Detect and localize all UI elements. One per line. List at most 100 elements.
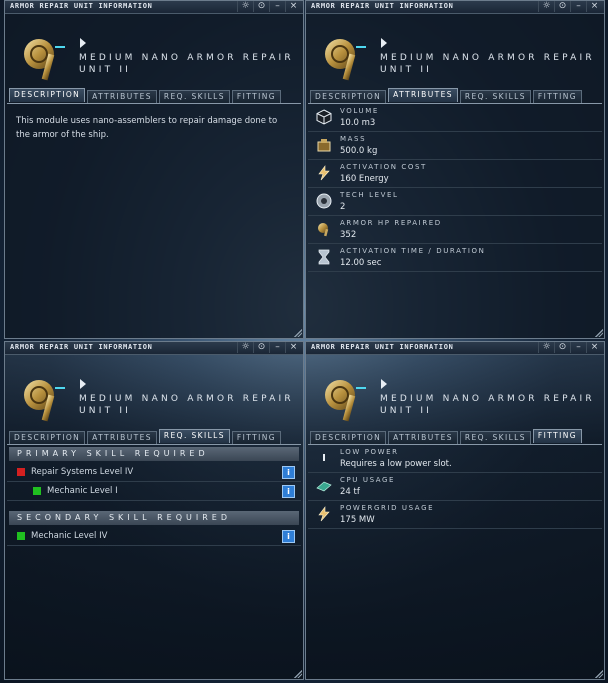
close-button[interactable]: × [586, 342, 602, 353]
info-window-fitting: ARMOR REPAIR UNIT INFORMATION ☼ ⊙ – × ME… [305, 341, 605, 680]
window-title: ARMOR REPAIR UNIT INFORMATION [10, 2, 153, 10]
attribute-label: MASS [340, 135, 367, 143]
skill-trained-indicator [17, 532, 25, 540]
fitting-value: 175 MW [340, 515, 375, 525]
item-name: MEDIUM NANO ARMOR REPAIR UNIT II [380, 394, 595, 416]
lightning-icon [318, 165, 330, 181]
tab-req-skills[interactable]: REQ. SKILLS [459, 90, 531, 103]
info-window-req-skills: ARMOR REPAIR UNIT INFORMATION ☼ ⊙ – × ME… [4, 341, 304, 680]
item-name: MEDIUM NANO ARMOR REPAIR UNIT II [380, 53, 595, 75]
window-titlebar[interactable]: ARMOR REPAIR UNIT INFORMATION ☼ ⊙ – × [306, 1, 604, 14]
expand-arrow-icon[interactable] [381, 38, 387, 48]
attributes-panel: VOLUME 10.0 m3 MASS 500.0 kg ACTIVATION … [308, 103, 602, 335]
attribute-label: ARMOR HP REPAIRED [340, 219, 442, 227]
attribute-value: 160 Energy [340, 174, 389, 184]
fitting-panel: LOW POWER Requires a low power slot. CPU… [308, 444, 602, 676]
minimize-button[interactable]: – [269, 1, 285, 12]
fitting-row-cpu: CPU USAGE 24 tf [308, 473, 602, 501]
pin-button[interactable]: ☼ [237, 342, 253, 353]
attribute-label: ACTIVATION TIME / DURATION [340, 247, 486, 255]
window-title: ARMOR REPAIR UNIT INFORMATION [10, 343, 153, 351]
tab-description[interactable]: DESCRIPTION [310, 90, 387, 103]
tab-fitting[interactable]: FITTING [231, 431, 281, 444]
tab-description[interactable]: DESCRIPTION [9, 431, 86, 444]
fitting-value: Requires a low power slot. [340, 459, 452, 469]
attribute-label: VOLUME [340, 107, 379, 115]
hourglass-icon [318, 249, 330, 265]
minimize-button[interactable]: – [570, 1, 586, 12]
tab-attributes[interactable]: ATTRIBUTES [388, 88, 458, 102]
minimize-button[interactable]: – [269, 342, 285, 353]
window-titlebar[interactable]: ARMOR REPAIR UNIT INFORMATION ☼ ⊙ – × [5, 1, 303, 14]
settings-button[interactable]: ⊙ [253, 342, 269, 353]
minimize-button[interactable]: – [570, 342, 586, 353]
tab-req-skills[interactable]: REQ. SKILLS [158, 429, 230, 443]
info-icon[interactable]: i [282, 485, 295, 498]
tab-req-skills[interactable]: REQ. SKILLS [459, 431, 531, 444]
cube-icon [316, 109, 332, 125]
skill-row-mechanic[interactable]: Mechanic Level I i [7, 482, 301, 501]
fitting-label: POWERGRID USAGE [340, 504, 435, 512]
tech-gear-icon [316, 193, 332, 209]
low-slot-icon [323, 454, 325, 461]
info-window-description: ARMOR REPAIR UNIT INFORMATION ☼ ⊙ – × ME… [4, 0, 304, 339]
close-button[interactable]: × [285, 342, 301, 353]
attribute-value: 352 [340, 230, 357, 240]
skill-trained-indicator [33, 487, 41, 495]
fitting-label: LOW POWER [340, 448, 399, 456]
info-icon[interactable]: i [282, 466, 295, 479]
expand-arrow-icon[interactable] [80, 38, 86, 48]
armor-repair-icon [318, 223, 329, 237]
description-panel: This module uses nano-assemblers to repa… [7, 103, 301, 335]
resize-handle[interactable] [595, 329, 603, 337]
tab-attributes[interactable]: ATTRIBUTES [87, 431, 157, 444]
skill-name: Repair Systems Level IV [31, 467, 134, 477]
pin-button[interactable]: ☼ [237, 1, 253, 12]
attribute-row-activation-time: ACTIVATION TIME / DURATION 12.00 sec [308, 244, 602, 272]
resize-handle[interactable] [595, 670, 603, 678]
attribute-label: TECH LEVEL [340, 191, 399, 199]
fitting-row-powergrid: POWERGRID USAGE 175 MW [308, 501, 602, 529]
attribute-row-mass: MASS 500.0 kg [308, 132, 602, 160]
close-button[interactable]: × [285, 1, 301, 12]
pin-button[interactable]: ☼ [538, 1, 554, 12]
window-titlebar[interactable]: ARMOR REPAIR UNIT INFORMATION ☼ ⊙ – × [5, 342, 303, 355]
expand-arrow-icon[interactable] [381, 379, 387, 389]
window-title: ARMOR REPAIR UNIT INFORMATION [311, 343, 454, 351]
armor-repair-unit-icon [325, 380, 366, 422]
settings-button[interactable]: ⊙ [554, 1, 570, 12]
fitting-label: CPU USAGE [340, 476, 396, 484]
settings-button[interactable]: ⊙ [253, 1, 269, 12]
skill-row-repair-systems[interactable]: Repair Systems Level IV i [7, 463, 301, 482]
pin-button[interactable]: ☼ [538, 342, 554, 353]
skill-name: Mechanic Level IV [31, 531, 108, 541]
skill-row-mechanic-iv[interactable]: Mechanic Level IV i [7, 527, 301, 546]
resize-handle[interactable] [294, 329, 302, 337]
tab-fitting[interactable]: FITTING [532, 90, 582, 103]
primary-skill-header: PRIMARY SKILL REQUIRED [9, 447, 299, 461]
attribute-value: 12.00 sec [340, 258, 382, 268]
powergrid-icon [318, 506, 330, 522]
expand-arrow-icon[interactable] [80, 379, 86, 389]
item-name: MEDIUM NANO ARMOR REPAIR UNIT II [79, 53, 294, 75]
close-button[interactable]: × [586, 1, 602, 12]
window-titlebar[interactable]: ARMOR REPAIR UNIT INFORMATION ☼ ⊙ – × [306, 342, 604, 355]
tab-attributes[interactable]: ATTRIBUTES [388, 431, 458, 444]
attribute-row-volume: VOLUME 10.0 m3 [308, 104, 602, 132]
tab-req-skills[interactable]: REQ. SKILLS [158, 90, 230, 103]
info-icon[interactable]: i [282, 530, 295, 543]
cpu-icon [316, 481, 332, 492]
tab-description[interactable]: DESCRIPTION [310, 431, 387, 444]
resize-handle[interactable] [294, 670, 302, 678]
info-window-attributes: ARMOR REPAIR UNIT INFORMATION ☼ ⊙ – × ME… [305, 0, 605, 339]
attribute-value: 500.0 kg [340, 146, 378, 156]
tab-attributes[interactable]: ATTRIBUTES [87, 90, 157, 103]
settings-button[interactable]: ⊙ [554, 342, 570, 353]
tab-description[interactable]: DESCRIPTION [9, 88, 86, 102]
item-name: MEDIUM NANO ARMOR REPAIR UNIT II [79, 394, 294, 416]
attribute-label: ACTIVATION COST [340, 163, 427, 171]
tab-fitting[interactable]: FITTING [231, 90, 281, 103]
skill-missing-indicator [17, 468, 25, 476]
mass-crate-icon [317, 139, 331, 152]
tab-fitting[interactable]: FITTING [532, 429, 582, 443]
